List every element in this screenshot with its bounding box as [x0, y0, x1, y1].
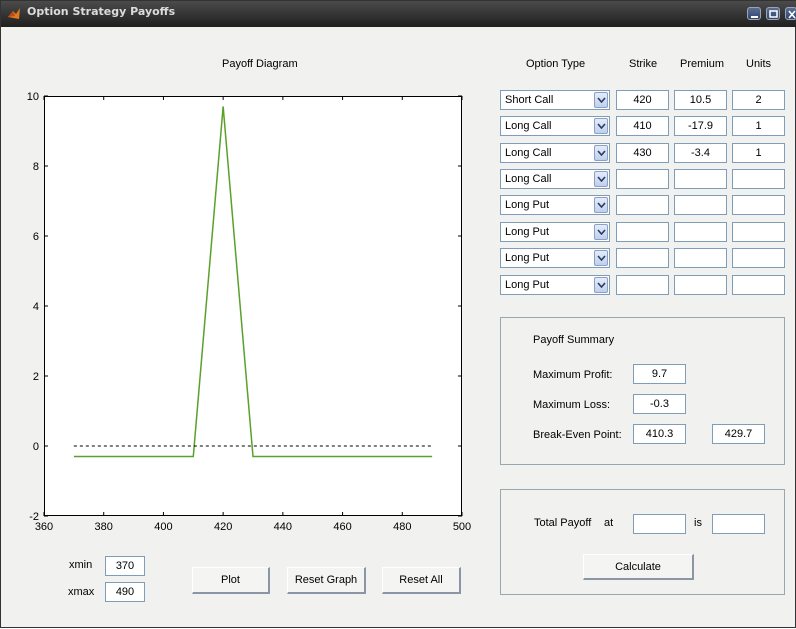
y-tick-label: 8 — [33, 161, 39, 173]
option-type-select[interactable]: Long Call — [500, 143, 610, 163]
max-loss-value[interactable]: -0.3 — [633, 394, 686, 414]
strike-input[interactable] — [616, 169, 669, 189]
header-premium: Premium — [680, 58, 724, 70]
units-input[interactable] — [732, 169, 785, 189]
header-option-type: Option Type — [526, 58, 585, 70]
units-input[interactable] — [732, 248, 785, 268]
option-type-value: Long Put — [505, 199, 549, 211]
units-input[interactable]: 1 — [732, 116, 785, 136]
y-tick-label: -2 — [29, 511, 39, 523]
option-type-select[interactable]: Long Call — [500, 169, 610, 189]
xmax-input[interactable]: 490 — [105, 582, 145, 602]
option-type-value: Long Put — [505, 226, 549, 238]
chevron-down-icon[interactable] — [594, 118, 608, 134]
chevron-down-icon[interactable] — [594, 250, 608, 266]
option-type-select[interactable]: Long Call — [500, 116, 610, 136]
x-tick-label: 420 — [214, 521, 232, 533]
xmin-label: xmin — [69, 559, 92, 571]
y-tick-label: 6 — [33, 231, 39, 243]
premium-input[interactable] — [674, 275, 727, 295]
is-label: is — [694, 517, 702, 529]
strike-input[interactable]: 420 — [616, 90, 669, 110]
x-tick-label: 500 — [453, 521, 471, 533]
y-tick-label: 2 — [33, 371, 39, 383]
option-type-value: Short Call — [505, 94, 553, 106]
strike-input[interactable] — [616, 195, 669, 215]
chevron-down-icon[interactable] — [594, 92, 608, 108]
units-input[interactable] — [732, 275, 785, 295]
chevron-down-icon[interactable] — [594, 277, 608, 293]
units-input[interactable]: 2 — [732, 90, 785, 110]
option-type-select[interactable]: Long Put — [500, 248, 610, 268]
break-even-label: Break-Even Point: — [533, 429, 622, 441]
chevron-down-icon[interactable] — [594, 145, 608, 161]
chevron-down-icon[interactable] — [594, 224, 608, 240]
premium-input[interactable] — [674, 169, 727, 189]
premium-input[interactable] — [674, 248, 727, 268]
premium-input[interactable] — [674, 222, 727, 242]
option-type-select[interactable]: Short Call — [500, 90, 610, 110]
premium-input[interactable]: -17.9 — [674, 116, 727, 136]
plot-button[interactable]: Plot — [192, 567, 270, 594]
x-tick-label: 400 — [154, 521, 172, 533]
strike-input[interactable]: 430 — [616, 143, 669, 163]
app-window: Option Strategy Payoffs Payoff Diagram 3… — [0, 0, 796, 628]
max-loss-label: Maximum Loss: — [533, 399, 610, 411]
header-units: Units — [746, 58, 771, 70]
strike-input[interactable] — [616, 275, 669, 295]
break-even-value-2[interactable]: 429.7 — [712, 424, 765, 444]
calculate-button[interactable]: Calculate — [583, 554, 694, 580]
max-profit-value[interactable]: 9.7 — [633, 364, 686, 384]
option-type-select[interactable]: Long Put — [500, 222, 610, 242]
premium-input[interactable]: -3.4 — [674, 143, 727, 163]
y-tick-label: 10 — [27, 91, 39, 103]
strike-input[interactable]: 410 — [616, 116, 669, 136]
units-input[interactable] — [732, 195, 785, 215]
max-profit-label: Maximum Profit: — [533, 369, 612, 381]
reset-graph-button[interactable]: Reset Graph — [287, 567, 366, 594]
payoff-line — [74, 107, 432, 457]
header-strike: Strike — [629, 58, 657, 70]
xmin-input[interactable]: 370 — [105, 556, 145, 576]
option-type-select[interactable]: Long Put — [500, 275, 610, 295]
x-tick-label: 460 — [333, 521, 351, 533]
option-type-value: Long Call — [505, 147, 551, 159]
at-label: at — [604, 517, 613, 529]
reset-all-button[interactable]: Reset All — [382, 567, 461, 594]
break-even-value-1[interactable]: 410.3 — [633, 424, 686, 444]
total-at-input[interactable] — [633, 514, 686, 534]
option-type-value: Long Call — [505, 173, 551, 185]
xmax-label: xmax — [68, 586, 94, 598]
chevron-down-icon[interactable] — [594, 171, 608, 187]
total-is-value[interactable] — [712, 514, 765, 534]
x-tick-label: 480 — [393, 521, 411, 533]
y-tick-label: 0 — [33, 441, 39, 453]
total-payoff-label: Total Payoff — [534, 517, 591, 529]
option-type-value: Long Put — [505, 252, 549, 264]
y-tick-label: 4 — [33, 301, 39, 313]
option-type-value: Long Put — [505, 279, 549, 291]
summary-title: Payoff Summary — [533, 334, 614, 346]
option-type-select[interactable]: Long Put — [500, 195, 610, 215]
units-input[interactable]: 1 — [732, 143, 785, 163]
strike-input[interactable] — [616, 248, 669, 268]
option-type-value: Long Call — [505, 120, 551, 132]
strike-input[interactable] — [616, 222, 669, 242]
units-input[interactable] — [732, 222, 785, 242]
chevron-down-icon[interactable] — [594, 197, 608, 213]
x-tick-label: 440 — [274, 521, 292, 533]
x-tick-label: 380 — [95, 521, 113, 533]
premium-input[interactable]: 10.5 — [674, 90, 727, 110]
premium-input[interactable] — [674, 195, 727, 215]
